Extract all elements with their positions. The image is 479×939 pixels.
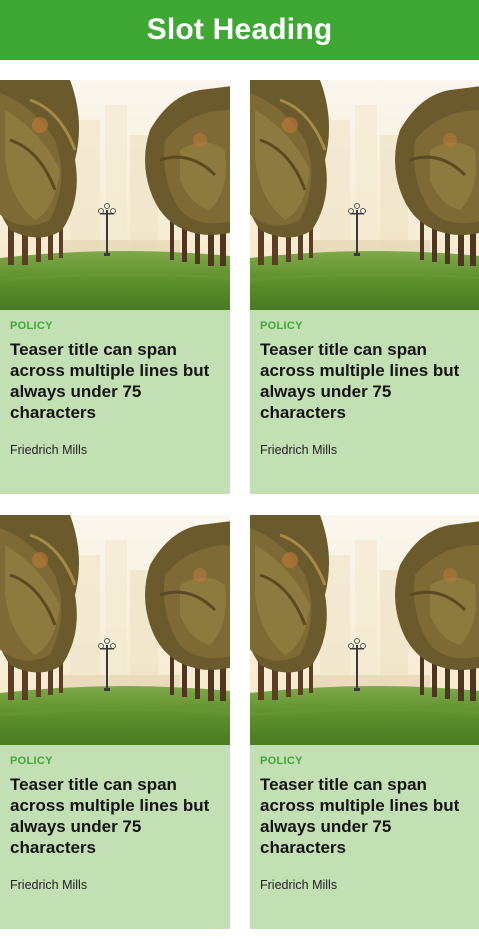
teaser-body: POLICY Teaser title can span across mult… xyxy=(250,745,479,893)
teaser-category[interactable]: POLICY xyxy=(10,754,220,768)
teaser-category[interactable]: POLICY xyxy=(10,319,220,333)
slot-heading: Slot Heading xyxy=(146,13,333,46)
teaser-card[interactable]: POLICY Teaser title can span across mult… xyxy=(250,515,479,929)
teaser-author[interactable]: Friedrich Mills xyxy=(10,877,220,893)
teaser-title[interactable]: Teaser title can span across multiple li… xyxy=(10,774,220,858)
teaser-body: POLICY Teaser title can span across mult… xyxy=(250,310,479,458)
teaser-title[interactable]: Teaser title can span across multiple li… xyxy=(260,774,469,858)
teaser-title[interactable]: Teaser title can span across multiple li… xyxy=(260,339,469,423)
teaser-image[interactable] xyxy=(250,515,479,745)
teaser-body: POLICY Teaser title can span across mult… xyxy=(0,310,230,458)
teaser-category[interactable]: POLICY xyxy=(260,754,469,768)
teaser-body: POLICY Teaser title can span across mult… xyxy=(0,745,230,893)
teaser-card[interactable]: POLICY Teaser title can span across mult… xyxy=(0,515,230,929)
teaser-image[interactable] xyxy=(250,80,479,310)
teaser-title[interactable]: Teaser title can span across multiple li… xyxy=(10,339,220,423)
teaser-category[interactable]: POLICY xyxy=(260,319,469,333)
teaser-author[interactable]: Friedrich Mills xyxy=(260,877,469,893)
teaser-card[interactable]: POLICY Teaser title can span across mult… xyxy=(0,80,230,494)
teaser-author[interactable]: Friedrich Mills xyxy=(260,442,469,458)
teaser-author[interactable]: Friedrich Mills xyxy=(10,442,220,458)
teaser-image[interactable] xyxy=(0,515,230,745)
teaser-image[interactable] xyxy=(0,80,230,310)
teaser-card[interactable]: POLICY Teaser title can span across mult… xyxy=(250,80,479,494)
slot-header: Slot Heading xyxy=(0,0,479,60)
